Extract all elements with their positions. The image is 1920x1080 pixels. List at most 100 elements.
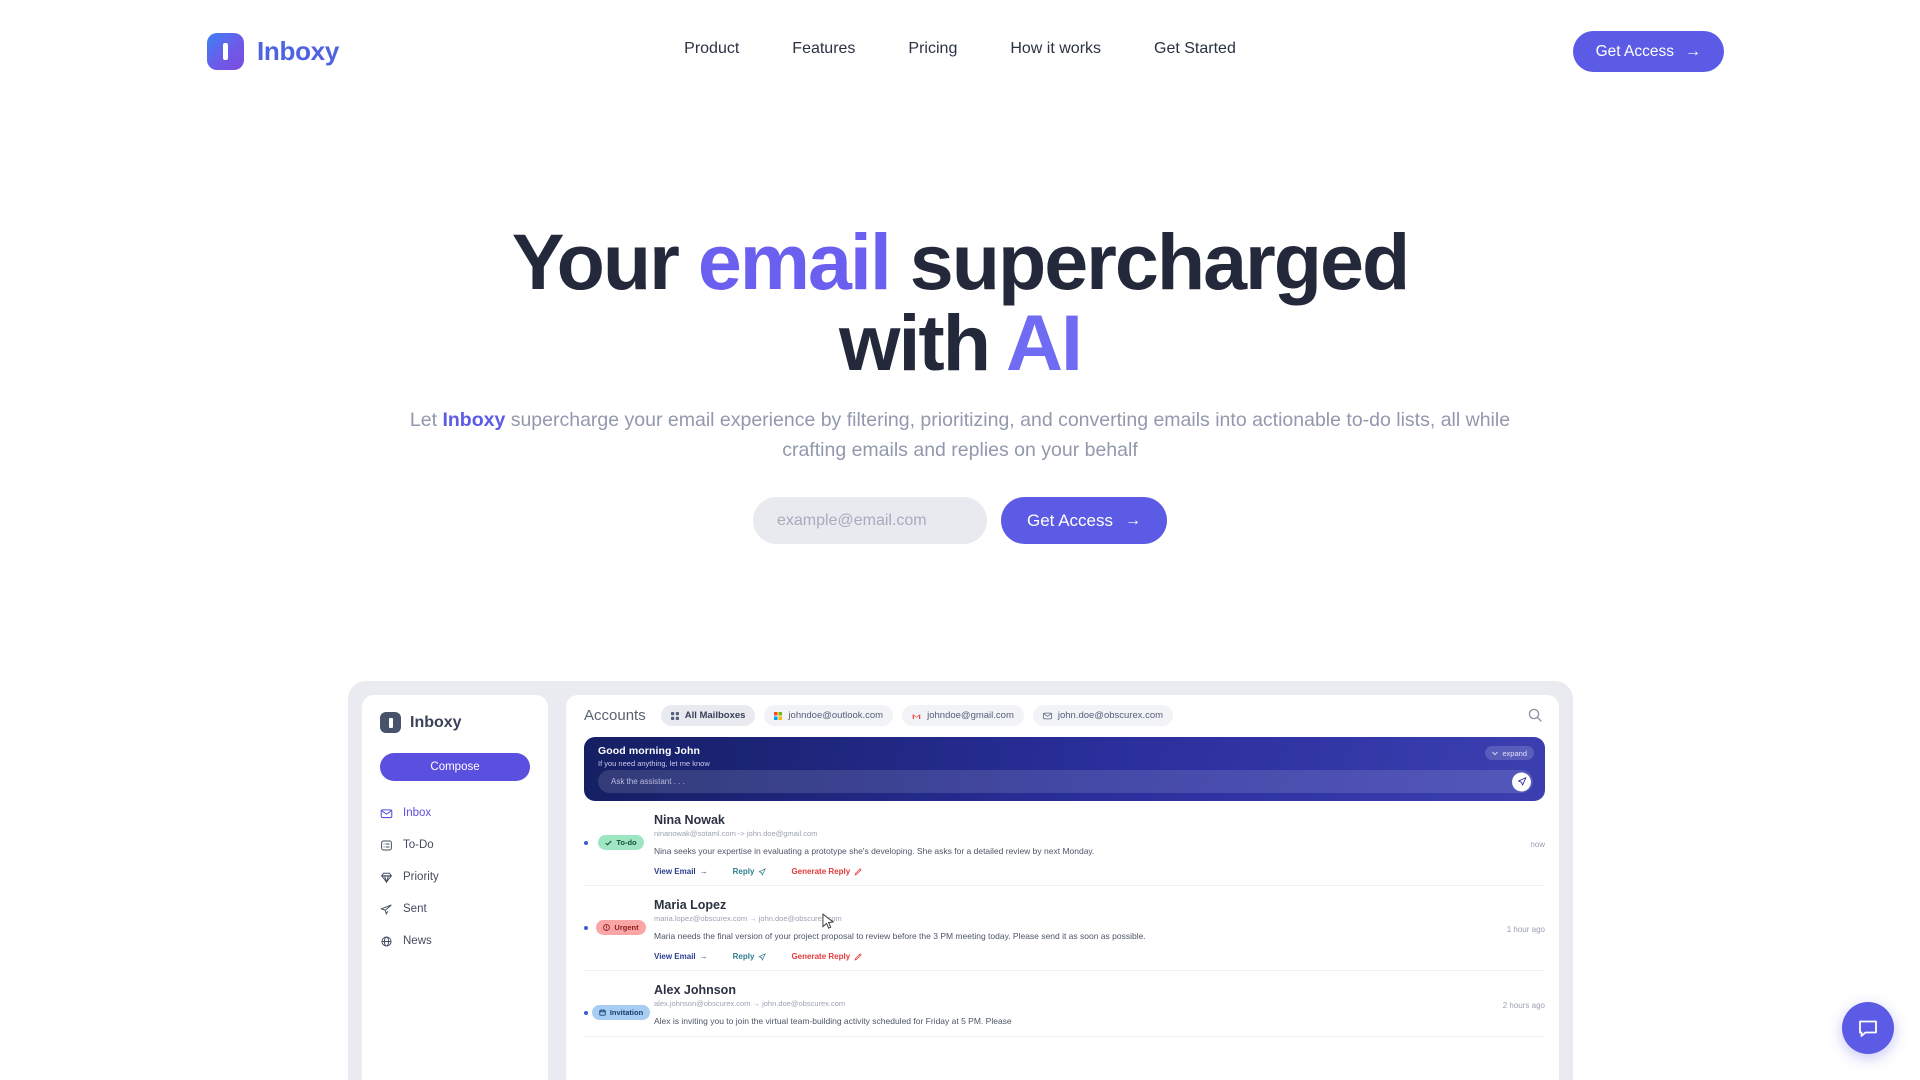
headline-part-1: Your: [511, 217, 698, 306]
sidebar-label-todo: To-Do: [403, 839, 434, 851]
subhead-post: supercharge your email experience by fil…: [505, 409, 1511, 462]
app-brand-mark-icon: [380, 712, 401, 733]
app-brand: Inboxy: [380, 712, 530, 733]
account-chip-all-mailboxes[interactable]: All Mailboxes: [660, 705, 756, 726]
app-brand-name: Inboxy: [410, 713, 462, 731]
search-icon[interactable]: [1527, 707, 1543, 723]
account-label-gmail: johndoe@gmail.com: [927, 710, 1014, 721]
envelope-icon: [380, 808, 393, 818]
account-chip-outlook[interactable]: johndoe@outlook.com: [764, 705, 894, 726]
reply-label: Reply: [732, 952, 755, 962]
hero-cta-row: Get Access →: [753, 497, 1167, 544]
table-row[interactable]: Urgent Maria Lopez maria.lopez@obscurex.…: [584, 886, 1545, 972]
sidebar-label-news: News: [403, 935, 432, 947]
alert-circle-icon: [603, 924, 611, 931]
accounts-title: Accounts: [584, 707, 646, 724]
sidebar-item-priority[interactable]: Priority: [380, 861, 530, 893]
view-email-label: View Email: [654, 867, 696, 877]
email-snippet: Nina seeks your expertise in evaluating …: [654, 846, 1095, 856]
view-email-label: View Email: [654, 952, 696, 962]
chat-widget-button[interactable]: [1842, 1002, 1894, 1054]
send-icon: [1517, 777, 1526, 786]
nav-link-product[interactable]: Product: [684, 40, 739, 58]
get-access-button-hero[interactable]: Get Access →: [1001, 497, 1167, 544]
arrow-right-icon: →: [699, 952, 708, 962]
arrow-right-icon: →: [1124, 511, 1141, 529]
status-badge: Urgent: [596, 920, 646, 936]
app-main-panel: Accounts All Mailboxes johndoe@outlook.c…: [566, 695, 1559, 1080]
account-chip-gmail[interactable]: johndoe@gmail.com: [902, 705, 1024, 726]
sidebar-item-news[interactable]: News: [380, 925, 530, 957]
reply-link[interactable]: Reply: [733, 867, 767, 876]
email-actions: View Email → Reply Generate Reply: [654, 867, 1516, 876]
arrow-right-icon: →: [1685, 42, 1701, 60]
email-sender: Maria Lopez: [654, 898, 727, 913]
hero-subtitle: Let Inboxy supercharge your email experi…: [385, 405, 1535, 466]
get-access-label: Get Access: [1595, 42, 1674, 60]
email-timestamp: 1 hour ago: [1506, 925, 1545, 935]
status-badge: To-do: [598, 835, 644, 850]
table-row[interactable]: Invitation Alex Johnson alex.johnson@obs…: [584, 971, 1545, 1038]
landing-page: Inboxy Product Features Pricing How it w…: [0, 0, 1920, 1080]
view-email-link[interactable]: View Email →: [654, 952, 708, 961]
top-navigation-bar: Inboxy Product Features Pricing How it w…: [0, 0, 1920, 104]
email-input[interactable]: [753, 497, 988, 544]
view-email-link[interactable]: View Email →: [654, 867, 708, 876]
expand-button[interactable]: expand: [1485, 746, 1534, 760]
badge-label: Urgent: [614, 923, 639, 933]
badge-column: Urgent: [588, 898, 654, 936]
email-actions: View Email → Reply Generate Reply: [654, 952, 1493, 961]
sidebar-label-sent: Sent: [403, 903, 427, 915]
email-sender: Alex Johnson: [654, 983, 736, 998]
generate-reply-label: Generate Reply: [791, 952, 851, 962]
sidebar-item-todo[interactable]: To-Do: [380, 829, 530, 861]
nav-link-how-it-works[interactable]: How it works: [1010, 40, 1101, 58]
brand-name: Inboxy: [257, 36, 339, 66]
email-sender: Nina Nowak: [654, 813, 725, 827]
email-timestamp: 2 hours ago: [1502, 1000, 1545, 1010]
sidebar-item-sent[interactable]: Sent: [380, 893, 530, 925]
email-address: ninanowak@sotaml.com -> john.doe@gmail.c…: [654, 829, 818, 838]
gmail-icon: [912, 713, 921, 719]
send-icon: [758, 952, 767, 961]
mouse-cursor-icon: [822, 913, 835, 929]
diamond-icon: [380, 872, 393, 884]
sidebar-item-inbox[interactable]: Inbox: [380, 797, 530, 829]
assistant-subtitle: If you need anything, let me know: [598, 759, 710, 768]
account-label-outlook: johndoe@outlook.com: [788, 710, 884, 721]
brand-logo[interactable]: Inboxy: [207, 33, 339, 70]
nav-links: Product Features Pricing How it works Ge…: [684, 40, 1236, 58]
nav-link-get-started[interactable]: Get Started: [1154, 40, 1236, 58]
paper-plane-icon: [380, 903, 392, 915]
assistant-input[interactable]: [611, 777, 1520, 786]
nav-link-pricing[interactable]: Pricing: [908, 40, 957, 58]
generate-reply-link[interactable]: Generate Reply: [791, 952, 862, 961]
check-icon: [605, 840, 612, 846]
assistant-greeting: Good morning John: [598, 745, 701, 757]
sidebar-label-priority: Priority: [403, 871, 439, 883]
reply-link[interactable]: Reply: [733, 952, 767, 961]
headline-highlight-ai: AI: [1005, 297, 1083, 387]
accounts-bar: Accounts All Mailboxes johndoe@outlook.c…: [566, 695, 1559, 735]
email-snippet: Maria needs the final version of your pr…: [654, 931, 1146, 942]
assistant-card: Good morning John If you need anything, …: [584, 737, 1545, 801]
app-preview: Inboxy Compose Inbox To-Do Priority Sent…: [348, 681, 1573, 1080]
table-row[interactable]: To-do Nina Nowak ninanowak@sotaml.com ->…: [584, 801, 1545, 887]
get-access-hero-label: Get Access: [1027, 510, 1113, 530]
outlook-icon: [774, 711, 783, 720]
envelope-icon: [1042, 712, 1052, 719]
chevron-down-icon: [1492, 751, 1499, 755]
nav-link-features[interactable]: Features: [792, 40, 855, 58]
compose-button[interactable]: Compose: [380, 753, 530, 781]
send-button[interactable]: [1512, 772, 1531, 791]
sidebar-label-inbox: Inbox: [403, 807, 432, 819]
generate-reply-link[interactable]: Generate Reply: [791, 867, 862, 876]
grid-icon: [670, 711, 679, 720]
badge-label: To-do: [616, 838, 637, 847]
account-chip-obscurex[interactable]: john.doe@obscurex.com: [1032, 705, 1174, 726]
get-access-button-header[interactable]: Get Access →: [1572, 31, 1724, 72]
subhead-pre: Let: [409, 409, 443, 431]
badge-label: Invitation: [609, 1008, 644, 1018]
brand-mark-icon: [207, 33, 244, 70]
assistant-input-wrapper: [598, 770, 1533, 793]
